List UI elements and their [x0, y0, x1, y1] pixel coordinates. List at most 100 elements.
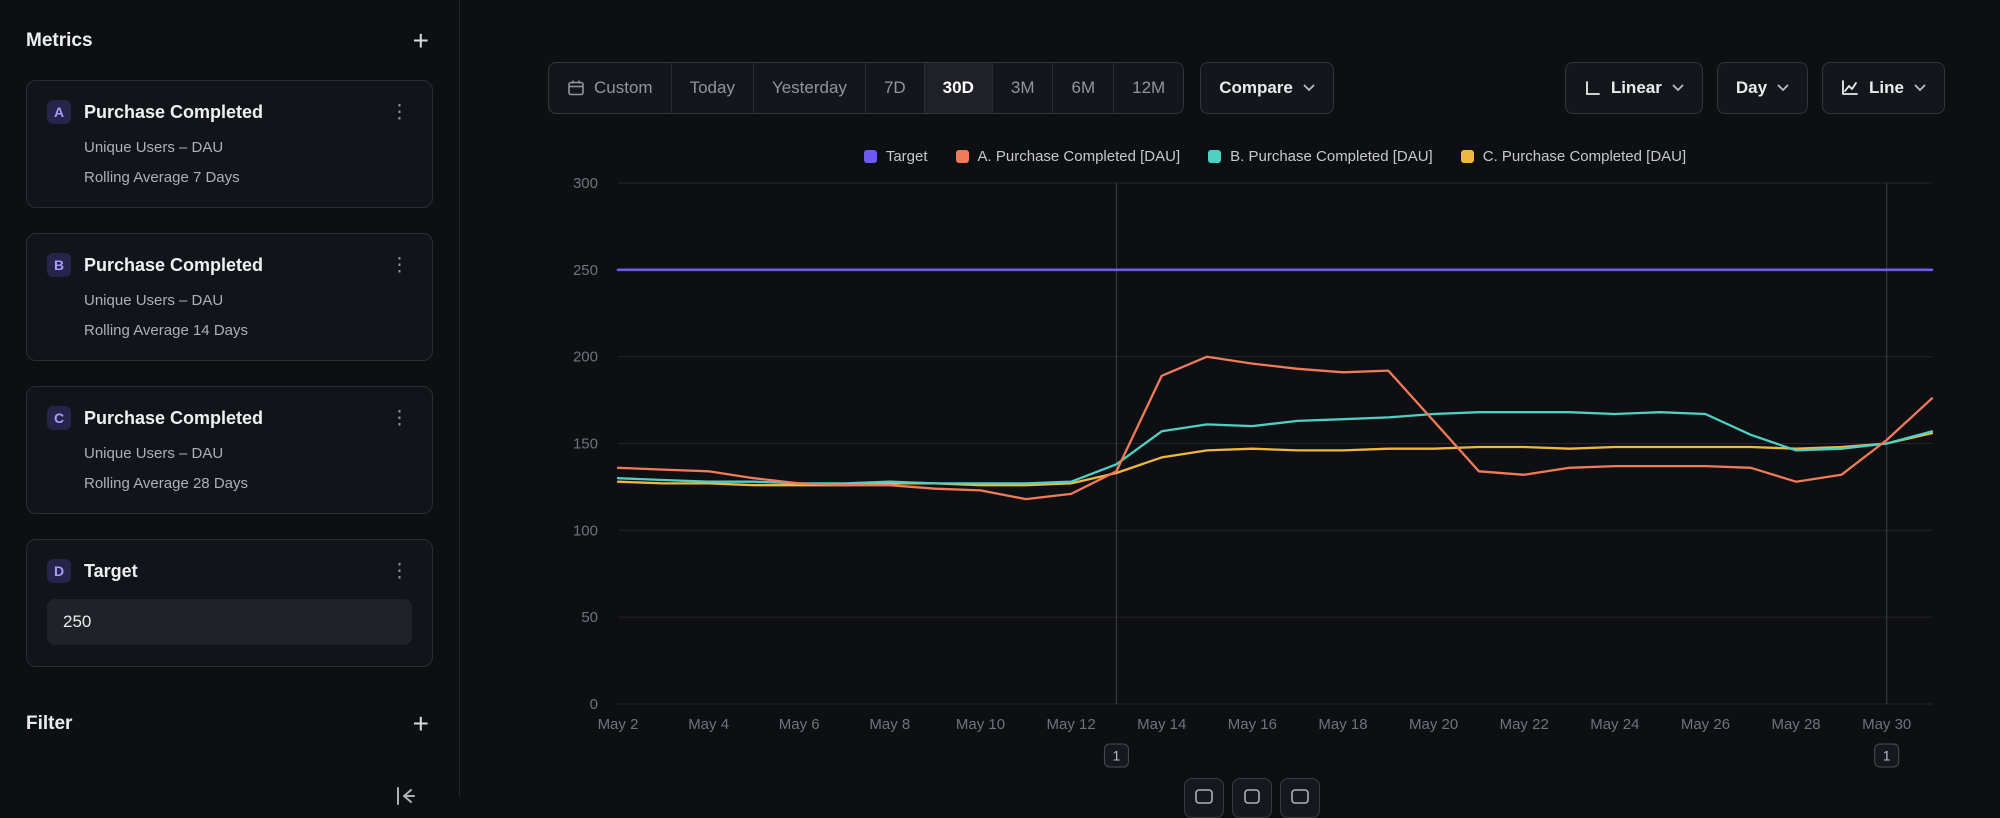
metrics-sidebar: Metrics + A Purchase Completed ⋮ Unique …	[0, 0, 460, 796]
scale-selector-button[interactable]: Linear	[1565, 62, 1703, 114]
legend-label: B. Purchase Completed [DAU]	[1230, 148, 1433, 165]
chart-type-label: Line	[1869, 78, 1904, 98]
x-axis-tick-label: May 10	[956, 716, 1005, 733]
chevron-down-icon	[1914, 84, 1926, 92]
compare-label: Compare	[1219, 78, 1293, 98]
range-button-label: 6M	[1071, 78, 1095, 98]
metric-title: Purchase Completed	[84, 408, 374, 429]
metric-detail: Rolling Average 28 Days	[47, 475, 412, 492]
metric-card-title-row: A Purchase Completed ⋮	[47, 100, 412, 124]
legend-label: Target	[886, 148, 928, 165]
x-axis-tick-label: May 6	[779, 716, 820, 733]
linear-axis-icon	[1584, 80, 1601, 97]
metric-card-b[interactable]: B Purchase Completed ⋮ Unique Users – DA…	[26, 233, 433, 361]
x-axis-tick-label: May 28	[1771, 716, 1820, 733]
filter-label: Filter	[26, 713, 72, 735]
kebab-menu-icon[interactable]: ⋮	[387, 254, 412, 277]
x-axis-tick-label: May 2	[598, 716, 639, 733]
metric-badge-c: C	[47, 406, 71, 430]
chart-area: 050100150200250300May 2May 4May 6May 8Ma…	[460, 169, 2000, 789]
y-axis-tick-label: 250	[573, 262, 598, 279]
legend-item-target[interactable]: Target	[864, 148, 928, 165]
add-filter-icon[interactable]: +	[409, 714, 433, 734]
y-axis-tick-label: 0	[590, 696, 598, 713]
metric-detail: Rolling Average 7 Days	[47, 169, 412, 186]
kebab-menu-icon[interactable]: ⋮	[387, 407, 412, 430]
metric-detail: Rolling Average 14 Days	[47, 322, 412, 339]
legend-swatch	[1208, 150, 1221, 163]
metric-badge-d: D	[47, 559, 71, 583]
x-axis-tick-label: May 18	[1318, 716, 1367, 733]
annotation-marker-label: 1	[1883, 748, 1891, 764]
interval-label: Day	[1736, 78, 1767, 98]
range-button-30d[interactable]: 30D	[924, 63, 992, 113]
range-button-label: 12M	[1132, 78, 1165, 98]
chart-display-controls: Linear Day Line	[1565, 62, 1945, 114]
x-axis-tick-label: May 24	[1590, 716, 1639, 733]
annotation-marker-label: 1	[1113, 748, 1121, 764]
alert-icon	[1242, 788, 1262, 806]
date-range-segmented-control: CustomToday Yesterday 7D 30D 3M 6M 12M	[548, 62, 1184, 114]
annotation-icon	[1194, 788, 1214, 806]
legend-item-b[interactable]: B. Purchase Completed [DAU]	[1208, 148, 1433, 165]
metric-subtitle: Unique Users – DAU	[47, 292, 412, 309]
range-button-label: Yesterday	[772, 78, 847, 98]
y-axis-tick-label: 100	[573, 522, 598, 539]
range-button-12m[interactable]: 12M	[1113, 63, 1183, 113]
legend-label: C. Purchase Completed [DAU]	[1483, 148, 1686, 165]
y-axis-tick-label: 50	[581, 609, 598, 626]
metrics-line-chart[interactable]: 050100150200250300May 2May 4May 6May 8Ma…	[540, 169, 1960, 769]
range-button-today[interactable]: Today	[671, 63, 753, 113]
target-value-input[interactable]	[47, 599, 412, 645]
range-button-label: 7D	[884, 78, 906, 98]
kebab-menu-icon[interactable]: ⋮	[387, 101, 412, 124]
chart-toolbar: CustomToday Yesterday 7D 30D 3M 6M 12M Compare…	[460, 62, 2000, 114]
chart-bottom-actions	[1184, 778, 1320, 818]
range-button-7d[interactable]: 7D	[865, 63, 924, 113]
target-title: Target	[84, 561, 374, 582]
x-axis-tick-label: May 12	[1047, 716, 1096, 733]
metric-subtitle: Unique Users – DAU	[47, 445, 412, 462]
metric-card-title-row: B Purchase Completed ⋮	[47, 253, 412, 277]
chart-action-button-1[interactable]	[1184, 778, 1224, 818]
line-chart-icon	[1841, 80, 1859, 96]
y-axis-tick-label: 150	[573, 436, 598, 453]
chart-type-selector-button[interactable]: Line	[1822, 62, 1945, 114]
range-button-custom[interactable]: Custom	[549, 63, 671, 113]
metric-badge-b: B	[47, 253, 71, 277]
range-button-label: 3M	[1011, 78, 1035, 98]
metric-subtitle: Unique Users – DAU	[47, 139, 412, 156]
target-card[interactable]: D Target ⋮	[26, 539, 433, 667]
chart-action-button-2[interactable]	[1232, 778, 1272, 818]
x-axis-tick-label: May 16	[1228, 716, 1277, 733]
x-axis-tick-label: May 22	[1500, 716, 1549, 733]
scale-label: Linear	[1611, 78, 1662, 98]
legend-swatch	[864, 150, 877, 163]
metric-card-a[interactable]: A Purchase Completed ⋮ Unique Users – DA…	[26, 80, 433, 208]
range-button-yesterday[interactable]: Yesterday	[753, 63, 865, 113]
legend-item-c[interactable]: C. Purchase Completed [DAU]	[1461, 148, 1686, 165]
chevron-down-icon	[1672, 84, 1684, 92]
y-axis-tick-label: 200	[573, 349, 598, 366]
chart-action-button-3[interactable]	[1280, 778, 1320, 818]
sidebar-header: Metrics +	[26, 30, 433, 52]
chevron-down-icon	[1303, 84, 1315, 92]
chevron-down-icon	[1777, 84, 1789, 92]
range-button-6m[interactable]: 6M	[1052, 63, 1113, 113]
legend-item-a[interactable]: A. Purchase Completed [DAU]	[956, 148, 1181, 165]
add-metric-icon[interactable]: +	[409, 31, 433, 51]
more-icon	[1290, 788, 1310, 806]
kebab-menu-icon[interactable]: ⋮	[387, 560, 412, 583]
metric-card-title-row: C Purchase Completed ⋮	[47, 406, 412, 430]
filter-section-header: Filter +	[26, 713, 433, 735]
metric-title: Purchase Completed	[84, 255, 374, 276]
range-button-3m[interactable]: 3M	[992, 63, 1053, 113]
interval-selector-button[interactable]: Day	[1717, 62, 1808, 114]
metric-card-c[interactable]: C Purchase Completed ⋮ Unique Users – DA…	[26, 386, 433, 514]
x-axis-tick-label: May 20	[1409, 716, 1458, 733]
metric-title: Purchase Completed	[84, 102, 374, 123]
legend-label: A. Purchase Completed [DAU]	[978, 148, 1181, 165]
collapse-sidebar-icon[interactable]	[392, 783, 418, 814]
compare-button[interactable]: Compare	[1200, 62, 1334, 114]
x-axis-tick-label: May 30	[1862, 716, 1911, 733]
